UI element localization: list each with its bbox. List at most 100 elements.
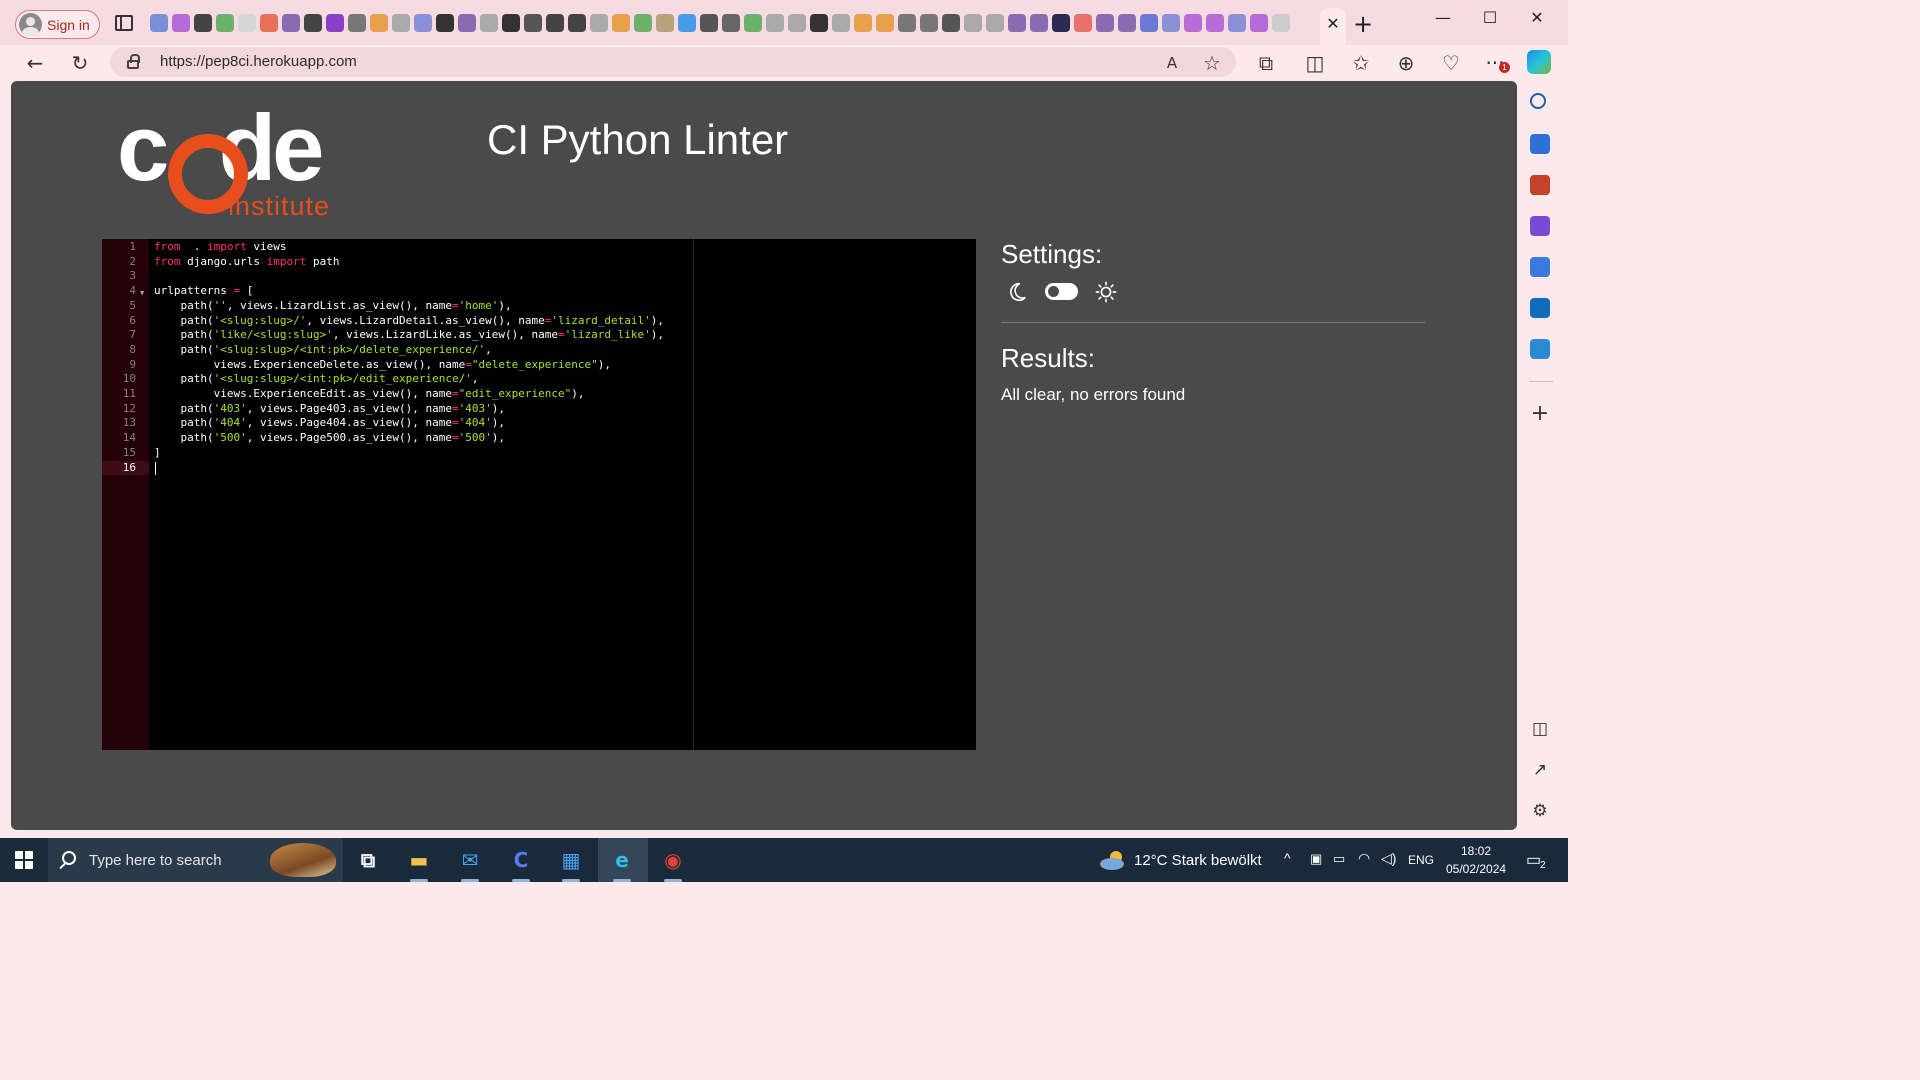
windows-start-icon[interactable] (15, 851, 33, 869)
task-view-icon[interactable]: ⧉ (352, 844, 384, 876)
file-explorer-icon[interactable]: ▬ (403, 844, 435, 876)
weather-text[interactable]: 12°C Stark bewölkt (1134, 852, 1262, 869)
code-editor[interactable]: 1 from . import views 2 from django.urls im… (102, 239, 976, 750)
store-icon[interactable]: ▦ (555, 844, 587, 876)
tab-favicon-icon[interactable] (1162, 14, 1180, 32)
notification-center-icon[interactable]: ▭ (1526, 850, 1541, 870)
tab-favicon-icon[interactable] (656, 14, 674, 32)
code-line[interactable]: 8 path('<slug:slug>/<int:pk>/delete_expe… (102, 343, 976, 358)
copilot-taskbar-icon[interactable]: C (505, 844, 537, 876)
tab-favicon-icon[interactable] (216, 14, 234, 32)
split-screen-icon[interactable]: ◫ (1303, 51, 1327, 75)
clock-time[interactable]: 18:02 (1461, 844, 1491, 858)
close-window-button[interactable]: ✕ (1522, 6, 1552, 30)
code-line[interactable]: 1 from . import views (102, 240, 976, 255)
code-line[interactable]: 16 (102, 460, 976, 476)
copilot-icon[interactable] (1527, 50, 1551, 74)
language-indicator[interactable]: ENG (1408, 853, 1434, 867)
read-aloud-icon[interactable]: A (1160, 51, 1184, 75)
tab-actions-icon[interactable] (115, 15, 133, 31)
meet-now-icon[interactable]: ▣ (1310, 851, 1322, 867)
tab-favicon-icon[interactable] (458, 14, 476, 32)
tab-favicon-icon[interactable] (1030, 14, 1048, 32)
tab-favicon-icon[interactable] (612, 14, 630, 32)
tab-close-icon[interactable]: ✕ (1324, 13, 1342, 35)
tab-favicon-icon[interactable] (480, 14, 498, 32)
external-link-icon[interactable]: ↗ (1528, 758, 1552, 782)
refresh-icon[interactable]: ↻ (68, 51, 92, 75)
lock-icon[interactable] (127, 54, 140, 69)
tab-favicon-icon[interactable] (1074, 14, 1092, 32)
add-sidebar-app-icon[interactable]: + (1528, 402, 1552, 426)
edge-icon[interactable]: e (606, 844, 638, 876)
tab-favicon-icon[interactable] (370, 14, 388, 32)
tab-favicon-icon[interactable] (986, 14, 1004, 32)
tab-favicon-icon[interactable] (1052, 14, 1070, 32)
theme-toggle[interactable] (1045, 283, 1078, 300)
clock-date[interactable]: 05/02/2024 (1446, 862, 1506, 876)
search-highlight-image[interactable] (270, 843, 336, 877)
code-line[interactable]: 4 ▼ urlpatterns = [ (102, 284, 976, 299)
tab-favicon-icon[interactable] (392, 14, 410, 32)
tab-favicon-icon[interactable] (1228, 14, 1246, 32)
tab-favicon-icon[interactable] (1096, 14, 1114, 32)
tab-favicon-icon[interactable] (304, 14, 322, 32)
tab-favicon-icon[interactable] (568, 14, 586, 32)
url-text[interactable]: https://pep8ci.herokuapp.com (160, 53, 357, 70)
back-icon[interactable]: ← (23, 51, 47, 75)
tab-favicon-icon[interactable] (1184, 14, 1202, 32)
favorite-star-icon[interactable]: ☆ (1200, 51, 1224, 75)
search-icon[interactable] (1530, 93, 1546, 109)
mail-icon[interactable]: ✉ (454, 844, 486, 876)
tab-favicon-icon[interactable] (964, 14, 982, 32)
toolbox-icon[interactable] (1530, 175, 1550, 195)
code-line[interactable]: 5 path('', views.LizardList.as_view(), n… (102, 299, 976, 314)
sidebar-settings-icon[interactable]: ⚙ (1528, 799, 1552, 823)
tab-favicon-icon[interactable] (546, 14, 564, 32)
volume-icon[interactable]: ◁) (1381, 850, 1396, 867)
send-icon[interactable] (1530, 339, 1550, 359)
outlook-icon[interactable] (1530, 298, 1550, 318)
code-line[interactable]: 13 path('404', views.Page404.as_view(), … (102, 416, 976, 431)
tab-favicon-icon[interactable] (722, 14, 740, 32)
battery-icon[interactable]: ▭ (1333, 851, 1345, 867)
tab-favicon-icon[interactable] (348, 14, 366, 32)
tab-favicon-icon[interactable] (414, 14, 432, 32)
collections-icon[interactable]: ⊕ (1394, 51, 1418, 75)
tab-favicon-icon[interactable] (502, 14, 520, 32)
favorites-icon[interactable]: ✩ (1349, 51, 1373, 75)
code-line[interactable]: 12 path('403', views.Page403.as_view(), … (102, 402, 976, 417)
tab-favicon-icon[interactable] (1118, 14, 1136, 32)
code-line[interactable]: 6 path('<slug:slug>/', views.LizardDetai… (102, 314, 976, 329)
chrome-icon[interactable]: ◉ (657, 844, 689, 876)
tab-favicon-icon[interactable] (194, 14, 212, 32)
tab-favicon-icon[interactable] (172, 14, 190, 32)
taskbar-search-placeholder[interactable]: Type here to search (89, 852, 222, 869)
tab-favicon-icon[interactable] (942, 14, 960, 32)
tab-favicon-icon[interactable] (1206, 14, 1224, 32)
tab-favicon-icon[interactable] (590, 14, 608, 32)
tab-favicon-icon[interactable] (876, 14, 894, 32)
extensions-icon[interactable]: ⧉ (1254, 51, 1278, 75)
tab-favicon-icon[interactable] (920, 14, 938, 32)
maximize-button[interactable]: ☐ (1475, 6, 1505, 30)
tab-favicon-icon[interactable] (1008, 14, 1026, 32)
new-tab-button[interactable]: + (1351, 10, 1375, 38)
tab-favicon-icon[interactable] (1250, 14, 1268, 32)
hide-sidebar-icon[interactable]: ◫ (1528, 717, 1552, 741)
minimize-button[interactable]: — (1428, 6, 1458, 30)
tab-favicon-icon[interactable] (766, 14, 784, 32)
tab-favicon-icon[interactable] (744, 14, 762, 32)
code-line[interactable]: 7 path('like/<slug:slug>', views.LizardL… (102, 328, 976, 343)
tab-favicon-icon[interactable] (524, 14, 542, 32)
tab-favicon-icon[interactable] (854, 14, 872, 32)
tab-favicon-icon[interactable] (260, 14, 278, 32)
weather-cloud-icon[interactable] (1099, 850, 1127, 870)
tag-icon[interactable] (1530, 134, 1550, 154)
code-line[interactable]: 10 path('<slug:slug>/<int:pk>/edit_exper… (102, 372, 976, 387)
tab-favicon-icon[interactable] (1140, 14, 1158, 32)
tab-favicon-icon[interactable] (678, 14, 696, 32)
tab-favicon-icon[interactable] (238, 14, 256, 32)
tab-favicon-icon[interactable] (832, 14, 850, 32)
tab-favicon-icon[interactable] (282, 14, 300, 32)
